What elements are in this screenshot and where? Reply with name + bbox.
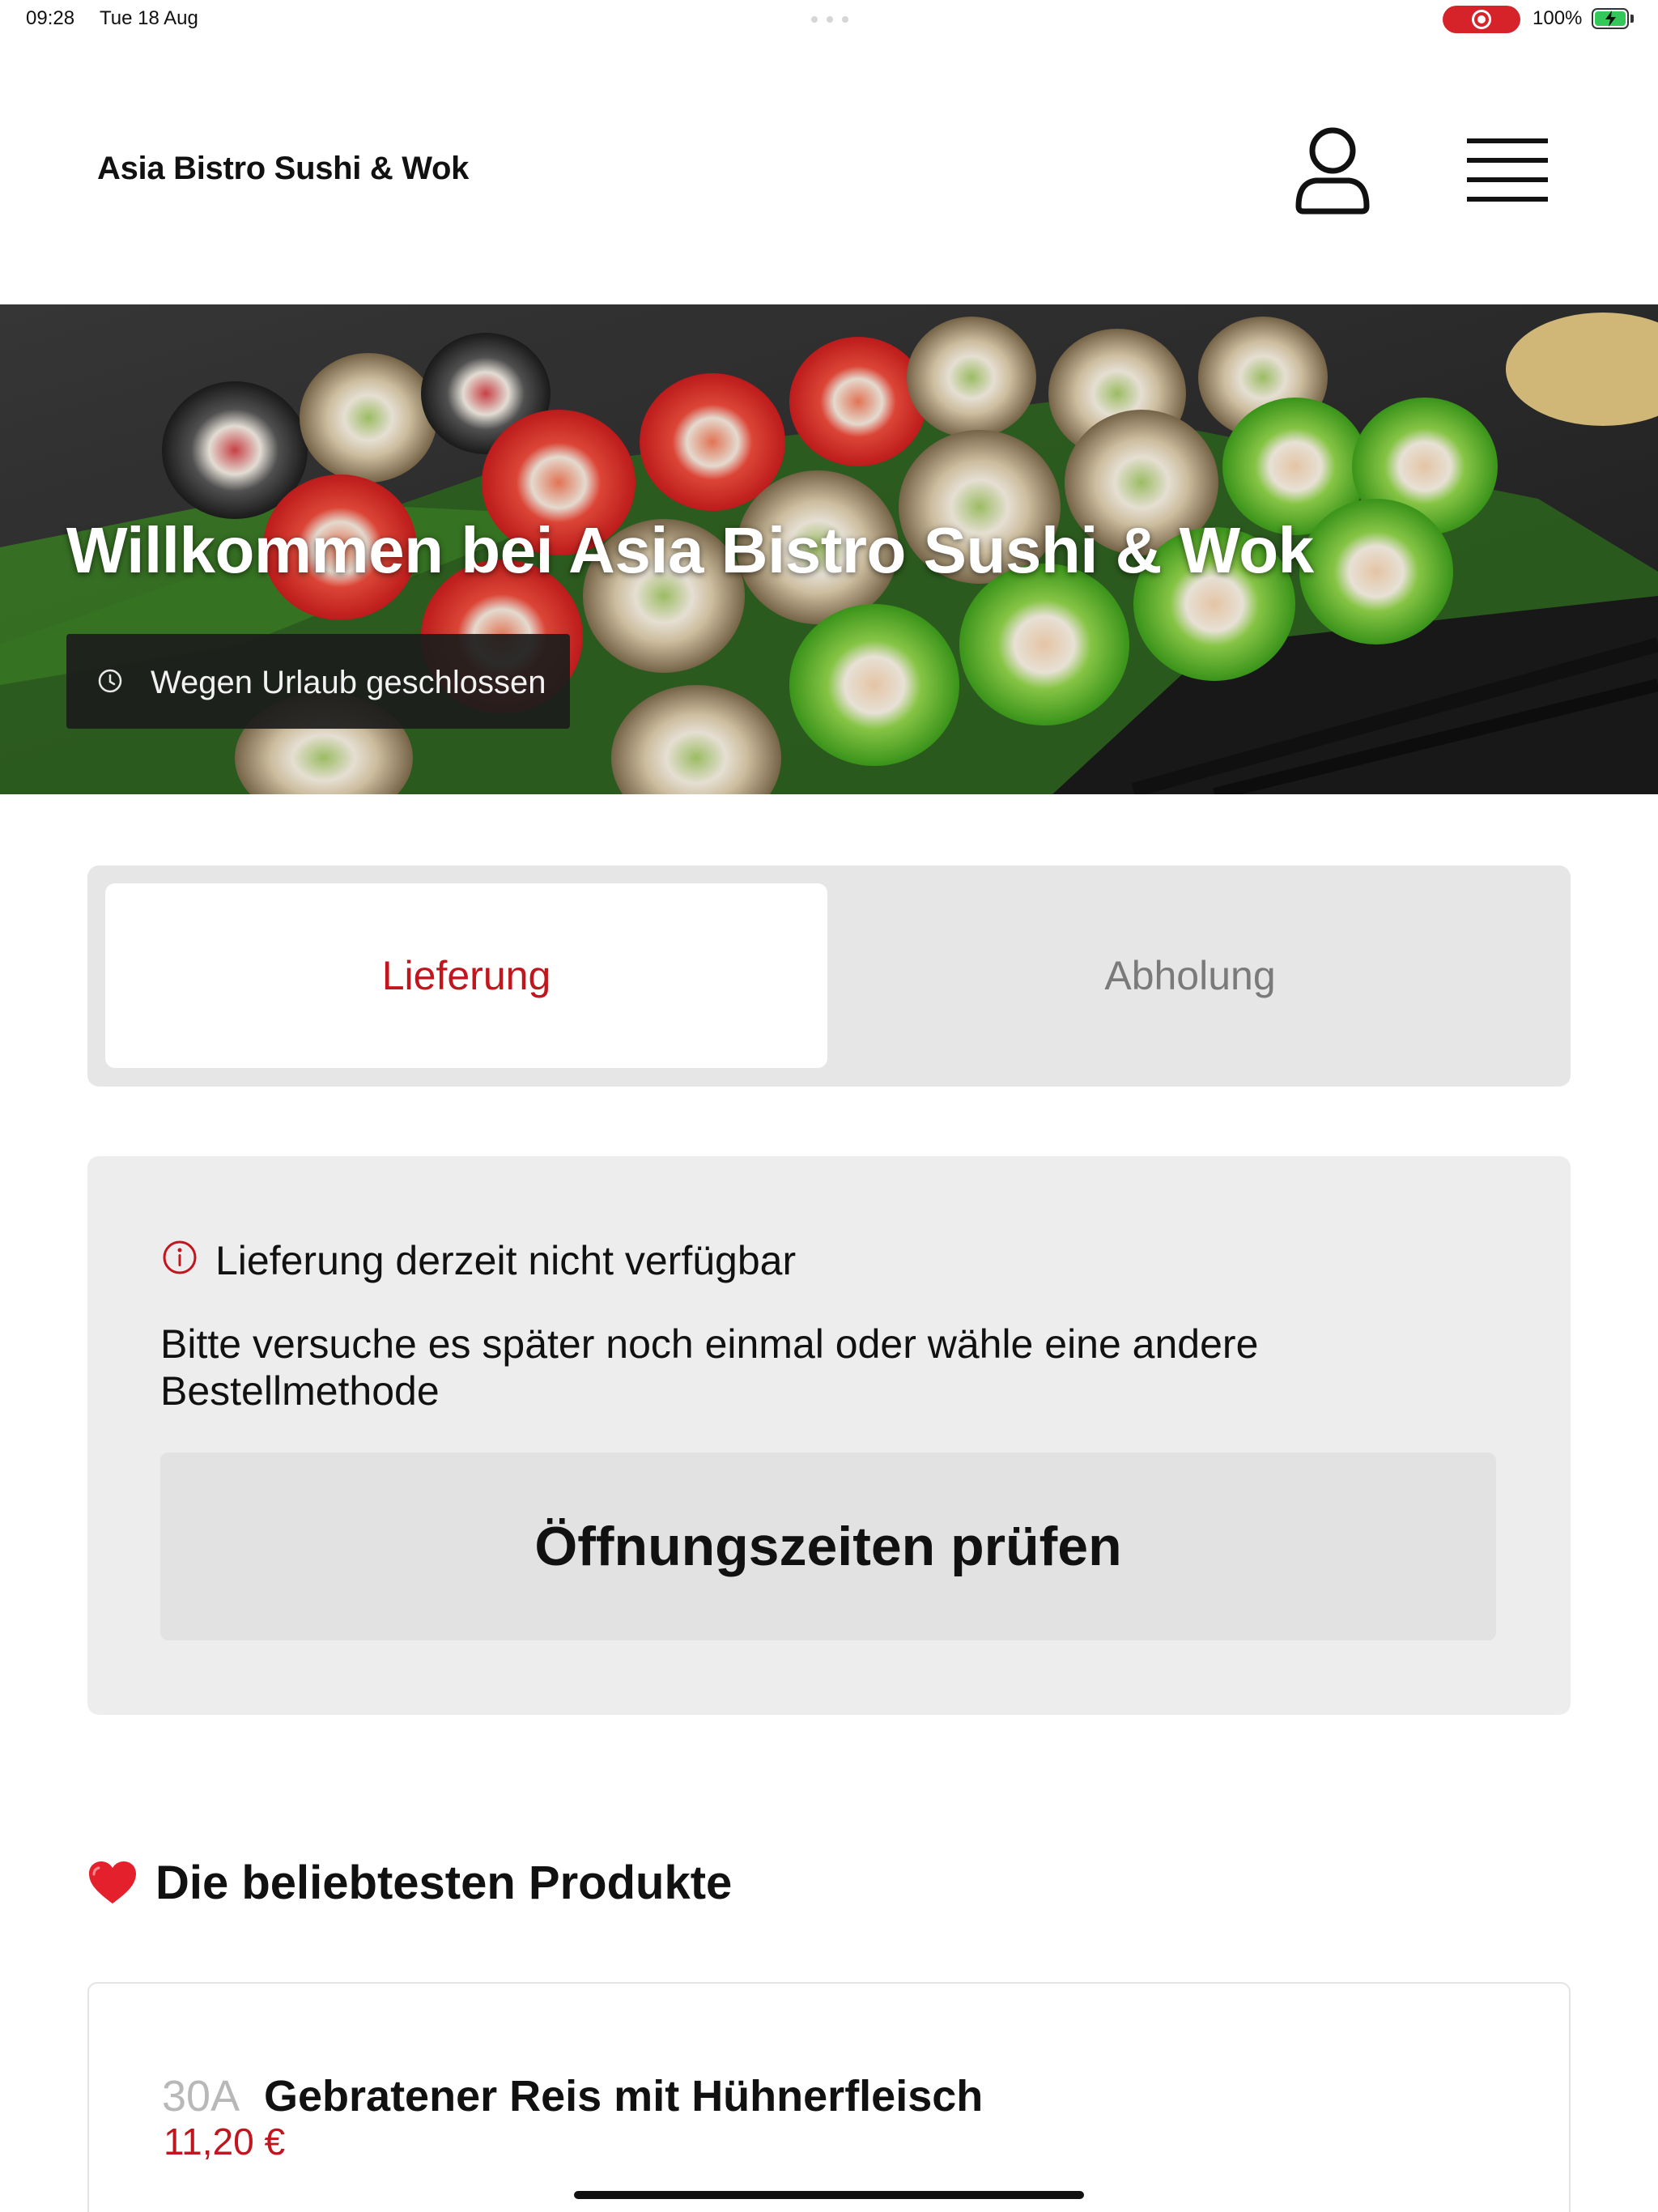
status-date: Tue 18 Aug (100, 7, 198, 29)
app-header: Asia Bistro Sushi & Wok (0, 39, 1658, 304)
tab-delivery[interactable]: Lieferung (105, 883, 827, 1068)
order-method-toggle: Lieferung Abholung (87, 866, 1571, 1087)
hero-title: Willkommen bei Asia Bistro Sushi & Wok (66, 514, 1314, 586)
notice-text: Bitte versuche es später noch einmal ode… (160, 1321, 1259, 1414)
info-icon (163, 1240, 197, 1274)
screen-recording-icon (1443, 6, 1520, 33)
tab-pickup-label: Abholung (1104, 953, 1276, 998)
home-indicator[interactable] (574, 2191, 1084, 2199)
product-name: Gebratener Reis mit Hühnerfleisch (264, 2072, 984, 2121)
battery-percentage: 100% (1533, 7, 1583, 29)
tab-pickup[interactable]: Abholung (827, 883, 1553, 1068)
heart-icon (89, 1861, 136, 1904)
hamburger-menu-icon[interactable] (1465, 134, 1550, 206)
multitasking-dots[interactable] (811, 16, 848, 23)
battery-cap (1630, 15, 1634, 23)
charging-bolt-icon (1605, 11, 1616, 27)
popular-products-title: Die beliebtesten Produkte (155, 1856, 733, 1909)
hero-banner: Willkommen bei Asia Bistro Sushi & Wok W… (0, 304, 1658, 794)
tab-delivery-label: Lieferung (381, 953, 551, 998)
status-time: 09:28 (26, 7, 75, 29)
clock-icon (98, 669, 122, 693)
status-badge-label: Wegen Urlaub geschlossen (151, 665, 546, 700)
product-number: 30A (162, 2072, 240, 2121)
product-price: 11,20 € (164, 2121, 286, 2163)
check-opening-hours-button[interactable]: Öffnungszeiten prüfen (160, 1453, 1496, 1640)
delivery-unavailable-notice: Lieferung derzeit nicht verfügbar Bitte … (87, 1156, 1571, 1715)
notice-title: Lieferung derzeit nicht verfügbar (215, 1238, 797, 1283)
status-bar: 09:28 Tue 18 Aug 100% (0, 0, 1658, 39)
person-icon[interactable] (1292, 125, 1373, 216)
product-card[interactable]: 30A Gebratener Reis mit Hühnerfleisch 11… (87, 1982, 1571, 2212)
popular-products-heading: Die beliebtesten Produkte (87, 1853, 732, 1912)
check-opening-hours-label: Öffnungszeiten prüfen (534, 1516, 1122, 1577)
brand-title[interactable]: Asia Bistro Sushi & Wok (97, 151, 469, 187)
status-badge: Wegen Urlaub geschlossen (66, 634, 570, 729)
